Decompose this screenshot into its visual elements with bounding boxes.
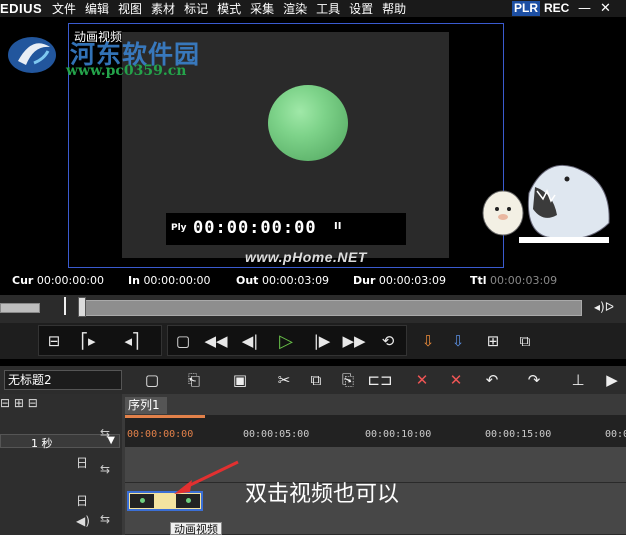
timecode-bar: Cur 00:00:00:00 In 00:00:00:00 Out 00:00… [0, 271, 626, 289]
watermark-logo-icon [8, 37, 56, 73]
jog-slider[interactable] [0, 303, 40, 313]
audio-scrub-icon[interactable]: ◂)ᐅ [594, 300, 614, 314]
menu-view[interactable]: 视图 [118, 0, 142, 17]
settings-icon[interactable]: ⧉ [512, 328, 538, 354]
paste-icon[interactable]: ⎘ [336, 369, 360, 391]
playhead-handle[interactable] [78, 297, 86, 317]
in-label: In [128, 274, 140, 287]
scrub-bar: ◂)ᐅ [0, 295, 626, 323]
clip-thumbnail [130, 494, 154, 508]
time-ruler[interactable]: 00:00:00:00 00:00:05:00 00:00:10:00 00:0… [125, 415, 626, 447]
loop-icon[interactable]: ⟲ [376, 328, 400, 354]
menu-marker[interactable]: 标记 [184, 0, 208, 17]
timeline-panel: ⊟ ⊞ ⊟ 1 秒 ▼ 日 日 ◀) ⇆ ⇆ ⇆ 序列1 00:00:00:00… [0, 394, 626, 535]
annotation-text: 双击视频也可以 [245, 482, 400, 507]
av-sync-icon[interactable]: ⇆ [100, 512, 110, 526]
new-icon[interactable]: ▢ [140, 369, 164, 391]
menu-tools[interactable]: 工具 [316, 0, 340, 17]
marker-icon[interactable]: ⊥ [566, 369, 590, 391]
menu-edit[interactable]: 编辑 [85, 0, 109, 17]
position-track[interactable] [80, 300, 582, 316]
seal-shark-sticker-image [482, 164, 610, 243]
app-logo: EDIUS [0, 1, 43, 16]
insert-icon[interactable]: ⇩ [416, 328, 440, 354]
green-ball-image [268, 85, 348, 161]
out-value: 00:00:03:09 [261, 274, 330, 287]
export-icon[interactable]: ⊞ [480, 328, 506, 354]
overwrite-icon[interactable]: ⇩ [446, 328, 470, 354]
delete-icon[interactable]: ✕ [410, 369, 434, 391]
step-back-icon[interactable]: ◀| [238, 328, 262, 354]
ttl-label: Ttl [470, 274, 487, 287]
cur-value: 00:00:00:00 [36, 274, 104, 287]
redo-icon[interactable]: ↷ [522, 369, 546, 391]
step-forward-icon[interactable]: |▶ [310, 328, 334, 354]
plr-mode-button[interactable]: PLR [512, 1, 540, 16]
menu-settings[interactable]: 设置 [349, 0, 373, 17]
preview-area: Ply 00:00:00:00 II 动画视频 河东软件园 www.pc0359… [0, 17, 626, 295]
rewind-icon[interactable]: ◀◀ [202, 328, 230, 354]
sync-icon[interactable]: ⇆ [100, 426, 110, 440]
menu-mode[interactable]: 模式 [217, 0, 241, 17]
set-in-icon[interactable]: ⎡▸ [74, 328, 102, 354]
close-button[interactable]: ✕ [600, 0, 611, 17]
copy-icon[interactable]: ⧉ [304, 369, 328, 391]
audio-icon[interactable]: ◀) [76, 514, 90, 528]
player-timecode-display: Ply 00:00:00:00 II [166, 213, 406, 245]
fast-forward-icon[interactable]: ▶▶ [340, 328, 368, 354]
dur-value: 00:00:03:09 [378, 274, 446, 287]
watermark-site: www.pHome.NET [245, 249, 367, 265]
in-point-marker[interactable] [64, 297, 68, 315]
dur-label: Dur [353, 274, 376, 287]
track-sync-icon[interactable]: ⇆ [100, 462, 110, 476]
transport-bar: ⊟ ⎡▸ ◂⎤ ▢ ◀◀ ◀| ▷ |▶ ▶▶ ⟲ ⇩ ⇩ ⊞ ⧉ [0, 323, 626, 359]
ruler-tick: 00:00 [605, 429, 626, 440]
project-name-field[interactable]: 无标题2 [4, 370, 122, 390]
ruler-tick: 00:00:05:00 [243, 429, 310, 440]
cut-icon[interactable]: ✂ [272, 369, 296, 391]
stop-icon[interactable]: ▢ [173, 328, 193, 354]
clip-tooltip: 动画视频 [170, 522, 222, 535]
tab-sequence-1[interactable]: 序列1 [125, 397, 167, 414]
menu-bar: EDIUS 文件 编辑 视图 素材 标记 模式 采集 渲染 工具 设置 帮助 P… [0, 0, 626, 17]
open-icon[interactable]: ⎗ [182, 369, 206, 391]
render-icon[interactable]: ▶ [600, 369, 624, 391]
set-out-icon[interactable]: ◂⎤ [118, 328, 146, 354]
undo-icon[interactable]: ↶ [480, 369, 504, 391]
in-value: 00:00:00:00 [143, 274, 211, 287]
ripple-delete-icon[interactable]: ✕ [444, 369, 468, 391]
ruler-range-bar [125, 415, 205, 418]
save-icon[interactable]: ▣ [228, 369, 252, 391]
rec-mode-button[interactable]: REC [544, 1, 569, 16]
menu-help[interactable]: 帮助 [382, 0, 406, 17]
cur-label: Cur [12, 274, 34, 287]
timeline-toolbar: 无标题2 ▢ ⎗ ▣ ✂ ⧉ ⎘ ⊏⊐ ✕ ✕ ↶ ↷ ⊥ ▶ [0, 366, 626, 394]
red-arrow-icon [174, 460, 239, 494]
clip-icon[interactable]: ⊟ [44, 328, 64, 354]
timecode-value: 00:00:00:00 [193, 218, 317, 238]
ruler-tick: 00:00:00:00 [127, 429, 194, 440]
replace-icon[interactable]: ⊏⊐ [367, 369, 392, 391]
minimize-button[interactable]: — [578, 0, 591, 17]
menu-clip[interactable]: 素材 [151, 0, 175, 17]
menu-capture[interactable]: 采集 [250, 0, 274, 17]
pause-indicator: II [334, 221, 342, 232]
out-label: Out [236, 274, 259, 287]
scale-value: 1 秒 [31, 437, 53, 450]
watermark-url: www.pc0359.cn [66, 63, 187, 79]
ruler-tick: 00:00:15:00 [485, 429, 552, 440]
video-track-label-icon: 日 [76, 456, 89, 470]
menu-file[interactable]: 文件 [52, 0, 76, 17]
track-tools-icon[interactable]: ⊟ ⊞ ⊟ [0, 396, 38, 410]
menu-render[interactable]: 渲染 [283, 0, 307, 17]
ttl-value: 00:00:03:09 [490, 274, 558, 287]
timecode-label: Ply [171, 223, 187, 233]
play-icon[interactable]: ▷ [274, 328, 298, 354]
av-track-label-icon: 日 [76, 494, 89, 508]
ruler-tick: 00:00:10:00 [365, 429, 432, 440]
